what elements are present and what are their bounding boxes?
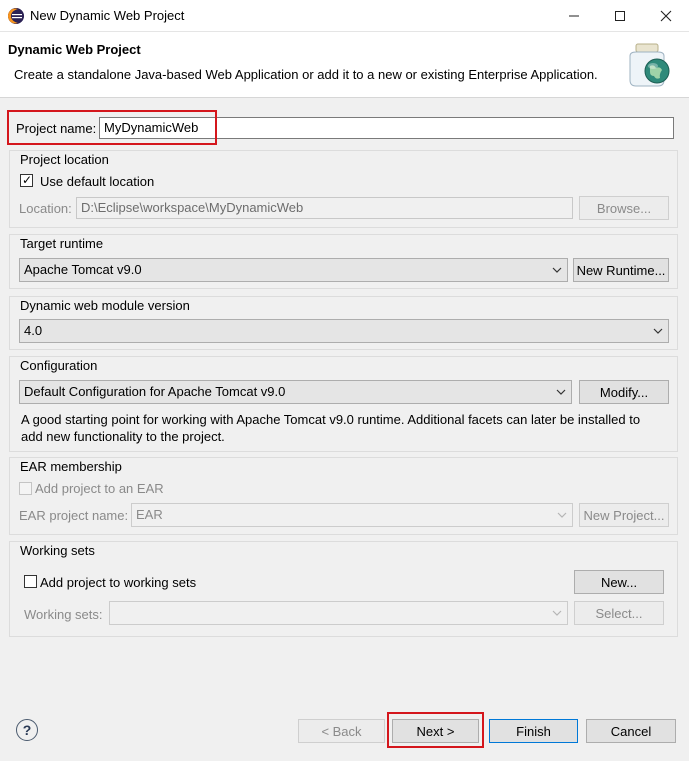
new-runtime-button[interactable]: New Runtime... [573,258,669,282]
add-to-ear-checkbox[interactable] [19,482,32,495]
ear-project-value: EAR [136,507,163,522]
configuration-group-label: Configuration [20,358,98,373]
maximize-icon [615,11,625,21]
configuration-description-line2: add new functionality to the project. [21,429,225,444]
use-default-location-checkbox[interactable]: ✓ [20,173,33,187]
page-description: Create a standalone Java-based Web Appli… [14,67,598,82]
select-working-sets-button[interactable]: Select... [574,601,664,625]
chevron-down-icon [552,267,562,273]
close-button[interactable] [643,0,689,32]
ear-membership-group-label: EAR membership [20,459,122,474]
ear-project-name-label: EAR project name: [19,508,129,523]
ear-project-select[interactable]: EAR [131,503,573,527]
target-runtime-select[interactable]: Apache Tomcat v9.0 [19,258,568,282]
jar-globe-icon [626,42,674,88]
minimize-button[interactable] [551,0,597,32]
chevron-down-icon [557,512,567,518]
browse-button[interactable]: Browse... [579,196,669,220]
working-sets-group-label: Working sets [20,543,95,558]
project-location-group-label: Project location [20,152,109,167]
new-working-set-button[interactable]: New... [574,570,664,594]
location-label: Location: [19,201,72,216]
help-icon[interactable]: ? [16,719,38,741]
module-version-select[interactable]: 4.0 [19,319,669,343]
module-version-group-label: Dynamic web module version [20,298,190,313]
modify-button[interactable]: Modify... [579,380,669,404]
checkmark-icon: ✓ [22,173,33,187]
target-runtime-value: Apache Tomcat v9.0 [24,262,142,277]
finish-button[interactable]: Finish [489,719,578,743]
chevron-down-icon [653,328,663,334]
new-project-button[interactable]: New Project... [579,503,669,527]
highlight-box-project-name [7,110,217,145]
location-field[interactable]: D:\Eclipse\workspace\MyDynamicWeb [76,197,573,219]
cancel-button[interactable]: Cancel [586,719,676,743]
configuration-value: Default Configuration for Apache Tomcat … [24,384,286,399]
add-to-ear-label: Add project to an EAR [35,481,164,496]
back-button[interactable]: < Back [298,719,385,743]
configuration-select[interactable]: Default Configuration for Apache Tomcat … [19,380,572,404]
close-icon [660,10,672,22]
maximize-button[interactable] [597,0,643,32]
configuration-description-line1: A good starting point for working with A… [21,412,641,427]
module-version-value: 4.0 [24,323,43,338]
target-runtime-group-label: Target runtime [20,236,104,251]
chevron-down-icon [552,610,562,616]
minimize-icon [569,15,579,17]
working-sets-select[interactable] [109,601,568,625]
add-to-working-sets-label: Add project to working sets [40,575,197,590]
window-title: New Dynamic Web Project [30,8,185,23]
use-default-location-label: Use default location [40,174,155,189]
chevron-down-icon [556,389,566,395]
working-sets-label: Working sets: [24,607,103,622]
eclipse-icon [8,8,24,24]
page-title: Dynamic Web Project [8,42,141,57]
add-to-working-sets-checkbox[interactable] [24,575,37,588]
highlight-box-next [387,712,484,748]
